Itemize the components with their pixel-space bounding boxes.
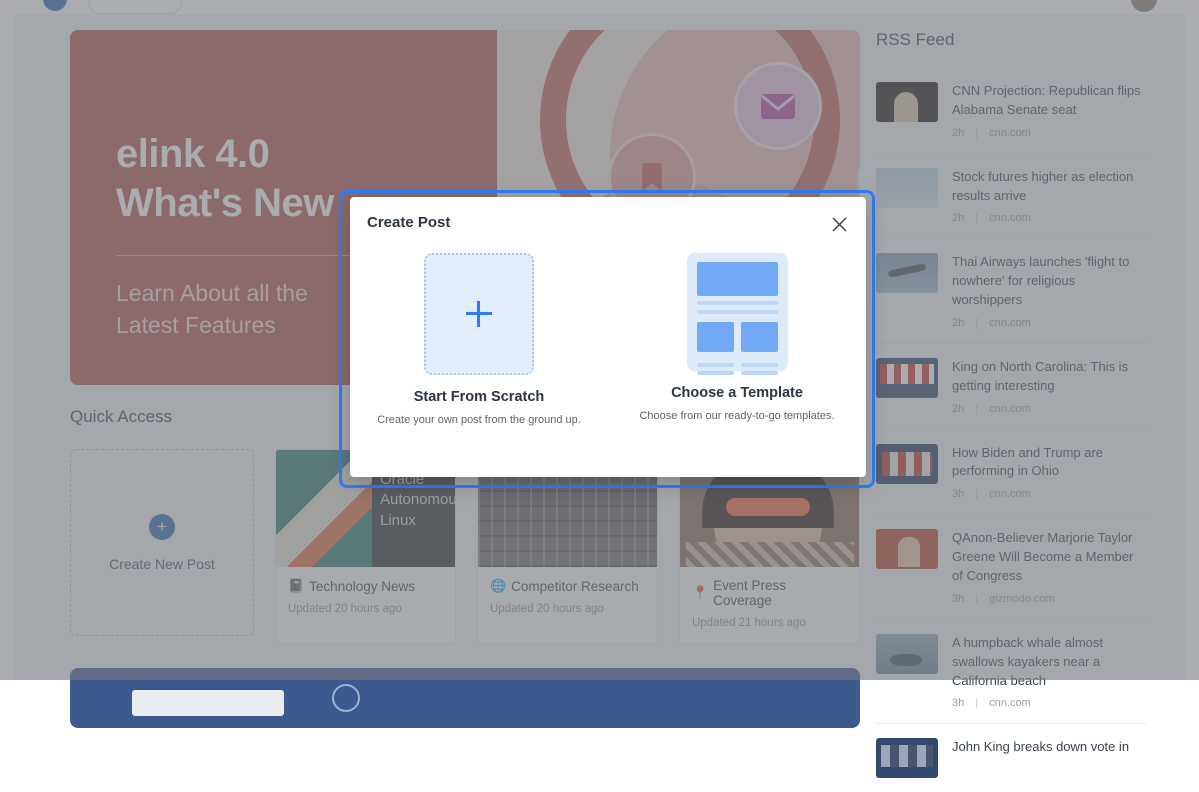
option-title: Choose a Template [671, 385, 803, 401]
template-footer-lines [697, 359, 778, 375]
create-post-modal: Create Post Start From Scratch Create yo… [350, 197, 866, 477]
option-start-from-scratch[interactable]: Start From Scratch Create your own post … [350, 253, 608, 426]
template-col [697, 359, 734, 375]
template-layout-icon[interactable] [687, 253, 788, 371]
plus-dashed-box-icon[interactable] [424, 253, 534, 375]
rss-time: 3h [952, 697, 964, 709]
bottom-panel-input[interactable] [132, 690, 284, 716]
template-line [697, 301, 778, 305]
plus-icon [466, 301, 492, 327]
rss-meta: 3h | cnn.com [952, 697, 1146, 709]
template-line [697, 310, 778, 314]
rss-thumbnail [876, 738, 938, 778]
option-description: Create your own post from the ground up. [377, 414, 581, 426]
template-cell [697, 322, 734, 352]
template-columns [697, 322, 778, 352]
rss-source: cnn.com [989, 697, 1031, 709]
rss-separator: | [975, 697, 978, 709]
template-line [697, 363, 734, 367]
template-hero-block [697, 262, 778, 296]
option-title: Start From Scratch [414, 389, 545, 405]
template-line [741, 363, 778, 367]
modal-options: Start From Scratch Create your own post … [350, 253, 866, 426]
template-cell [741, 322, 778, 352]
close-icon[interactable] [826, 211, 852, 237]
template-line [741, 371, 778, 375]
bottom-panel-icon [332, 684, 360, 712]
rss-item-body: John King breaks down vote in [952, 738, 1146, 778]
template-line [697, 371, 734, 375]
option-choose-template[interactable]: Choose a Template Choose from our ready-… [608, 253, 866, 426]
rss-item[interactable]: John King breaks down vote in [876, 724, 1146, 792]
template-col [741, 359, 778, 375]
modal-title: Create Post [367, 214, 450, 231]
option-description: Choose from our ready-to-go templates. [639, 410, 834, 422]
rss-headline: John King breaks down vote in [952, 738, 1146, 757]
